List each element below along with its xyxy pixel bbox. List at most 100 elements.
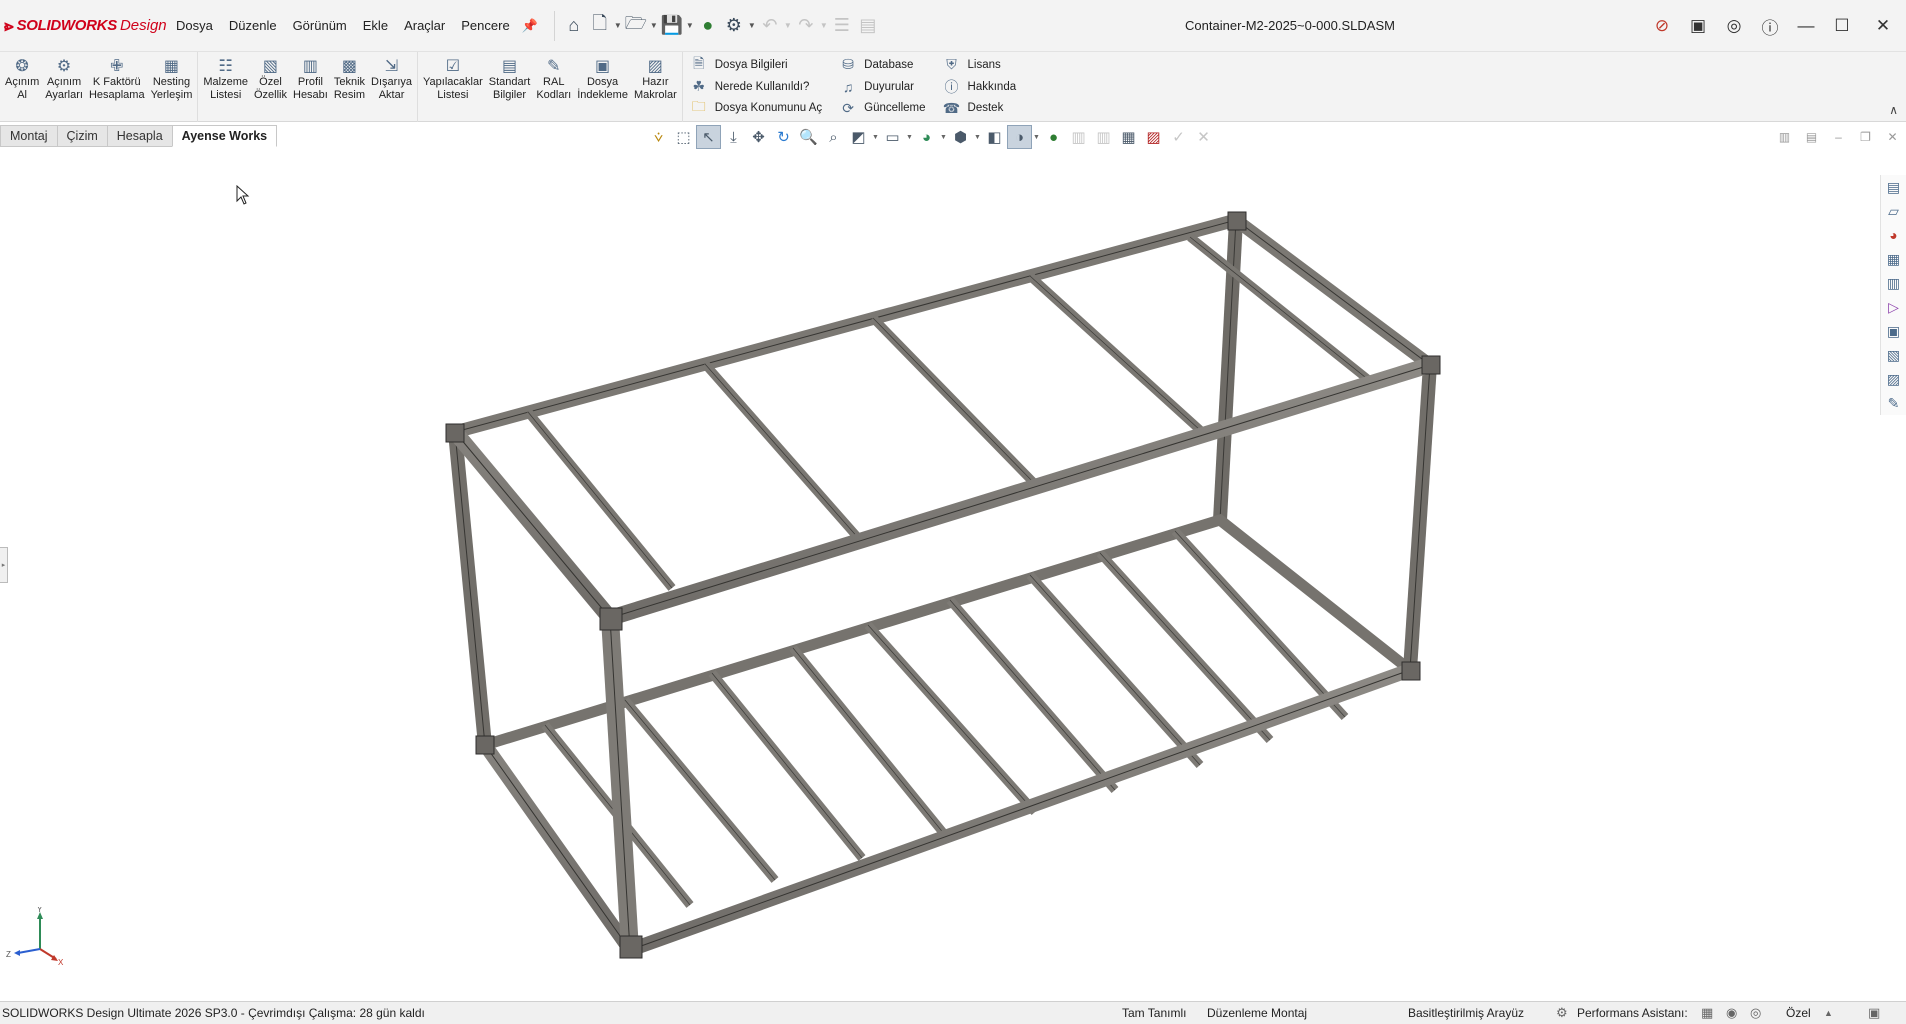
- hide-show-items-icon[interactable]: ◧: [982, 125, 1007, 149]
- yapilacaklar-button[interactable]: ☑ Yapılacaklar Listesi: [420, 52, 486, 122]
- globe-icon[interactable]: ◎: [1750, 1005, 1761, 1021]
- rebuild-status-icon[interactable]: ▦: [1701, 1005, 1713, 1021]
- acinim-al-button[interactable]: ❂ Açınım Al: [2, 52, 42, 122]
- chevron-down-icon[interactable]: ▼: [685, 11, 695, 41]
- edit-appearance-icon[interactable]: ◑: [1007, 125, 1032, 149]
- options-gear-icon[interactable]: ⚙: [721, 11, 747, 41]
- help-icon[interactable]: ⓘ: [1752, 0, 1788, 52]
- undo-icon[interactable]: ↶: [757, 11, 783, 41]
- destek-button[interactable]: ☎ Destek: [942, 97, 1017, 119]
- rotate-icon[interactable]: ↻: [771, 125, 796, 149]
- pan-icon[interactable]: ✥: [746, 125, 771, 149]
- ozel-ozellik-button[interactable]: ▧ Özel Özellik: [251, 52, 290, 122]
- close-icon[interactable]: ✕: [1879, 125, 1906, 149]
- tile-right-icon[interactable]: ▤: [1798, 125, 1825, 149]
- menu-pencere[interactable]: Pencere: [453, 0, 517, 52]
- tile-left-icon[interactable]: ▥: [1771, 125, 1798, 149]
- container-frame-model[interactable]: [0, 151, 1906, 1001]
- acinim-ayarlari-button[interactable]: ⚙ Açınım Ayarları: [42, 52, 86, 122]
- menu-dosya[interactable]: Dosya: [168, 0, 221, 52]
- markup-icon[interactable]: ✎: [1882, 391, 1906, 415]
- display-style-icon[interactable]: ▭: [880, 125, 905, 149]
- chevron-up-icon[interactable]: ∧: [1889, 103, 1898, 117]
- traffic-light-icon[interactable]: ●: [1041, 125, 1066, 149]
- appearances-icon[interactable]: ◕: [1882, 223, 1906, 247]
- malzeme-listesi-button[interactable]: ☷ Malzeme Listesi: [200, 52, 251, 122]
- chevron-down-icon[interactable]: ▼: [613, 11, 623, 41]
- database-button[interactable]: ⛁ Database: [838, 54, 925, 76]
- status-performance[interactable]: Performans Asistanı:: [1577, 1002, 1688, 1024]
- new-file-icon[interactable]: 🗋: [587, 11, 613, 41]
- select-list-icon[interactable]: ☰: [829, 11, 855, 41]
- chevron-up-icon[interactable]: ▲: [1824, 1008, 1833, 1018]
- home-icon[interactable]: ⌂: [561, 11, 587, 41]
- duyurular-button[interactable]: ♫ Duyurular: [838, 76, 925, 98]
- checkmark-icon[interactable]: ✓: [1166, 125, 1191, 149]
- zoom-area-icon[interactable]: ⌕: [821, 125, 846, 149]
- standart-bilgiler-button[interactable]: ▤ Standart Bilgiler: [486, 52, 534, 122]
- section-view-icon[interactable]: ◩: [846, 125, 871, 149]
- solidworks-resources-icon[interactable]: ▨: [1882, 367, 1906, 391]
- terminal-icon[interactable]: ▣: [1680, 0, 1716, 52]
- lock-icon[interactable]: ▥: [1091, 125, 1116, 149]
- dosya-konumunu-ac-button[interactable]: 🗀 Dosya Konumunu Aç: [689, 97, 822, 119]
- maximize-icon[interactable]: ☐: [1824, 0, 1860, 52]
- hazir-makrolar-button[interactable]: ▨ Hazır Makrolar: [631, 52, 680, 122]
- menu-ekle[interactable]: Ekle: [355, 0, 396, 52]
- nesting-button[interactable]: ▦ Nesting Yerleşim: [148, 52, 196, 122]
- graphics-area[interactable]: ▤ ▱ ◕ ▦ ▥ ▷ ▣ ▧ ▨ ✎ ▸ Y Z X: [0, 151, 1906, 1001]
- redo-icon[interactable]: ↷: [793, 11, 819, 41]
- zoom-fit-icon[interactable]: 🔍: [796, 125, 821, 149]
- status-ui-mode[interactable]: Basitleştirilmiş Arayüz: [1408, 1002, 1524, 1024]
- forum-icon[interactable]: ▣: [1882, 319, 1906, 343]
- chevron-down-icon[interactable]: ▼: [939, 134, 948, 141]
- configuration-icon[interactable]: ▥: [1066, 125, 1091, 149]
- file-properties-icon[interactable]: ▤: [855, 11, 881, 41]
- chevron-down-icon[interactable]: ▼: [871, 134, 880, 141]
- lisans-button[interactable]: ⛨ Lisans: [942, 54, 1017, 76]
- hide-show-icon[interactable]: ⊘: [1644, 0, 1680, 52]
- user-account-icon[interactable]: ◎: [1716, 0, 1752, 52]
- box-select-icon[interactable]: ⬚: [671, 125, 696, 149]
- open-folder-icon[interactable]: 🗁: [623, 11, 649, 41]
- menu-duzenle[interactable]: Düzenle: [221, 0, 285, 52]
- rebuild-icon[interactable]: ●: [695, 11, 721, 41]
- resources-icon[interactable]: ▤: [1882, 175, 1906, 199]
- select-arrow-icon[interactable]: ↖: [696, 125, 721, 149]
- notifications-icon[interactable]: ▣: [1868, 1005, 1880, 1021]
- teknik-resim-button[interactable]: ▩ Teknik Resim: [331, 52, 368, 122]
- dosya-bilgileri-button[interactable]: 🗎 Dosya Bilgileri: [689, 54, 822, 76]
- tab-hesapla[interactable]: Hesapla: [106, 125, 173, 147]
- file-explorer-icon[interactable]: ▦: [1882, 247, 1906, 271]
- view-orientation-icon[interactable]: ⬢: [948, 125, 973, 149]
- nerede-kullanildi-button[interactable]: ☘ Nerede Kullanıldı?: [689, 76, 822, 97]
- feature-manager-toggle[interactable]: ▸: [0, 547, 8, 583]
- dosya-indekleme-button[interactable]: ▣ Dosya İndekleme: [574, 52, 631, 122]
- save-icon[interactable]: 💾: [659, 11, 685, 41]
- normal-to-icon[interactable]: ⤓: [721, 125, 746, 149]
- custom-properties-icon[interactable]: ▧: [1882, 343, 1906, 367]
- pin-icon[interactable]: 📌: [522, 18, 538, 34]
- guncelleme-button[interactable]: ⟳ Güncelleme: [838, 97, 925, 119]
- chevron-down-icon[interactable]: ▼: [783, 11, 793, 41]
- chevron-down-icon[interactable]: ▼: [973, 134, 982, 141]
- chevron-down-icon[interactable]: ▼: [649, 11, 659, 41]
- status-units[interactable]: Özel: [1786, 1002, 1811, 1024]
- view-palette-icon[interactable]: ▥: [1882, 271, 1906, 295]
- ral-kodlari-button[interactable]: ✎ RAL Kodları: [533, 52, 574, 122]
- tab-ayense-works[interactable]: Ayense Works: [171, 125, 278, 147]
- chevron-down-icon[interactable]: ▼: [1032, 134, 1041, 141]
- collaboration-icon[interactable]: ◉: [1726, 1005, 1737, 1021]
- design-library-icon[interactable]: ▱: [1882, 199, 1906, 223]
- close-icon[interactable]: ✕: [1860, 0, 1906, 52]
- explode-icon[interactable]: ▦: [1116, 125, 1141, 149]
- menu-gorunum[interactable]: Görünüm: [285, 0, 355, 52]
- chevron-down-icon[interactable]: ▼: [747, 11, 757, 41]
- isolate-icon[interactable]: ▨: [1141, 125, 1166, 149]
- tab-montaj[interactable]: Montaj: [0, 125, 58, 147]
- close-icon[interactable]: ✕: [1191, 125, 1216, 149]
- chevron-down-icon[interactable]: ▼: [819, 11, 829, 41]
- menu-araclar[interactable]: Araçlar: [396, 0, 453, 52]
- profil-hesabi-button[interactable]: ▥ Profil Hesabı: [290, 52, 331, 122]
- k-faktoru-button[interactable]: ✙ K Faktörü Hesaplama: [86, 52, 148, 122]
